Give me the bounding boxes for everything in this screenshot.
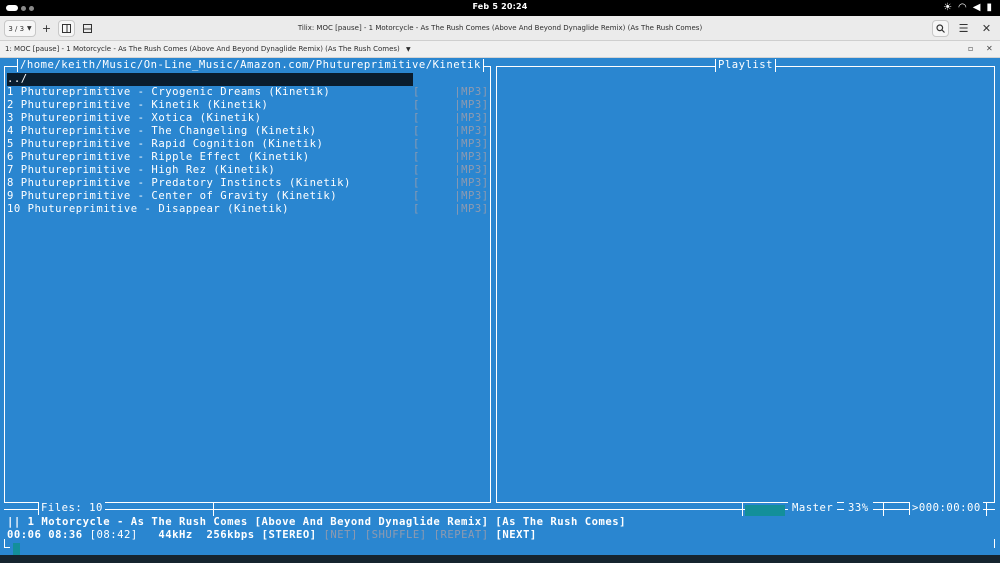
shuffle-indicator: [SHUFFLE] bbox=[364, 529, 427, 541]
frame-corner bbox=[4, 547, 10, 548]
file-list-item[interactable]: 3 Phutureprimitive - Xotica (Kinetik) bbox=[7, 112, 262, 125]
timer: >000:00:00 bbox=[909, 502, 983, 515]
stereo-indicator: [STEREO] bbox=[261, 529, 317, 541]
file-format-tag: [ |MP3] bbox=[413, 86, 489, 98]
volume-percent: 33% bbox=[844, 502, 873, 515]
close-icon[interactable]: ✕ bbox=[978, 20, 995, 37]
playlist-title: Playlist bbox=[715, 59, 777, 72]
position-time: 00:06 bbox=[7, 529, 42, 541]
time-left: 08:36 bbox=[48, 529, 83, 541]
now-playing: || 1 Motorcycle - As The Rush Comes [Abo… bbox=[7, 516, 627, 528]
window-title: Tilix: MOC [pause] - 1 Motorcycle - As T… bbox=[297, 24, 703, 32]
system-tray[interactable]: ☀ ◠ ◀ ▮ bbox=[943, 2, 992, 14]
file-format-tag: [ |MP3] bbox=[413, 190, 489, 202]
file-list-item[interactable]: 10 Phutureprimitive - Disappear (Kinetik… bbox=[7, 203, 289, 216]
terminal-title-bar: 1: MOC [pause] - 1 Motorcycle - As The R… bbox=[0, 41, 1000, 58]
total-time: [08:42] bbox=[89, 529, 138, 541]
system-top-bar: Feb 5 20:24 ☀ ◠ ◀ ▮ bbox=[0, 0, 1000, 16]
file-list-item[interactable]: 2 Phutureprimitive - Kinetik (Kinetik) bbox=[7, 99, 268, 112]
hamburger-menu-icon[interactable]: ☰ bbox=[955, 20, 972, 37]
bottom-strip bbox=[0, 555, 1000, 563]
mixer-label: Master bbox=[788, 502, 838, 515]
separator-tick bbox=[883, 503, 884, 516]
volume-bar[interactable] bbox=[745, 505, 785, 516]
file-format-tag: [ |MP3] bbox=[413, 164, 489, 176]
file-format-tag: [ |MP3] bbox=[413, 138, 489, 150]
moc-terminal[interactable]: /home/keith/Music/On-Line_Music/Amazon.c… bbox=[0, 58, 1000, 555]
file-format-tag: [ |MP3] bbox=[413, 125, 489, 137]
separator-tick bbox=[213, 503, 214, 516]
wifi-icon: ◠ bbox=[958, 2, 967, 13]
playlist-panel: Playlist bbox=[496, 59, 995, 503]
file-list-item[interactable]: 9 Phutureprimitive - Center of Gravity (… bbox=[7, 190, 337, 203]
terminal-cursor bbox=[13, 543, 20, 555]
repeat-indicator: [REPEAT] bbox=[433, 529, 489, 541]
file-format-tag: [ |MP3] bbox=[413, 177, 489, 189]
volume-icon: ◀ bbox=[972, 2, 981, 13]
frame-corner bbox=[994, 539, 995, 548]
file-format-tag: [ |MP3] bbox=[413, 112, 489, 124]
bitrate: 256kbps bbox=[206, 529, 255, 541]
file-list-item[interactable]: 8 Phutureprimitive - Predatory Instincts… bbox=[7, 177, 351, 190]
clock[interactable]: Feb 5 20:24 bbox=[0, 2, 1000, 11]
file-format-tag: [ |MP3] bbox=[413, 99, 489, 111]
separator-tick bbox=[742, 503, 743, 516]
maximize-icon[interactable]: ▫ bbox=[968, 44, 973, 53]
file-format-tag: [ |MP3] bbox=[413, 151, 489, 163]
file-list-item[interactable]: 5 Phutureprimitive - Rapid Cognition (Ki… bbox=[7, 138, 323, 151]
file-format-tag: [ |MP3] bbox=[413, 203, 489, 215]
separator-tick bbox=[986, 503, 987, 516]
file-list-item[interactable]: 4 Phutureprimitive - The Changeling (Kin… bbox=[7, 125, 317, 138]
window-header-bar: 3 / 3 ▼ + Tilix: MOC [pause] - 1 Motorcy… bbox=[0, 16, 1000, 41]
files-count: Files: 10 bbox=[38, 502, 105, 515]
browser-path: /home/keith/Music/On-Line_Music/Amazon.c… bbox=[17, 59, 484, 72]
parent-directory-entry[interactable]: ../ bbox=[7, 73, 413, 86]
terminal-title-text: 1: MOC [pause] - 1 Motorcycle - As The R… bbox=[5, 45, 400, 53]
file-list-item[interactable]: 7 Phutureprimitive - High Rez (Kinetik) bbox=[7, 164, 275, 177]
file-list-item[interactable]: 6 Phutureprimitive - Ripple Effect (Kine… bbox=[7, 151, 310, 164]
next-indicator: [NEXT] bbox=[495, 529, 537, 541]
chevron-down-icon: ▼ bbox=[406, 46, 411, 53]
brightness-icon: ☀ bbox=[943, 2, 953, 13]
sample-rate: 44kHz bbox=[158, 529, 193, 541]
file-list-item[interactable]: 1 Phutureprimitive - Cryogenic Dreams (K… bbox=[7, 86, 330, 99]
battery-icon: ▮ bbox=[986, 2, 992, 13]
terminal-title[interactable]: 1: MOC [pause] - 1 Motorcycle - As The R… bbox=[5, 45, 411, 53]
close-icon[interactable]: ✕ bbox=[986, 44, 993, 53]
playback-info: 00:06 08:36 [08:42] 44kHz 256kbps [STERE… bbox=[7, 529, 537, 542]
net-indicator: [NET] bbox=[323, 529, 358, 541]
search-icon[interactable] bbox=[932, 20, 949, 37]
